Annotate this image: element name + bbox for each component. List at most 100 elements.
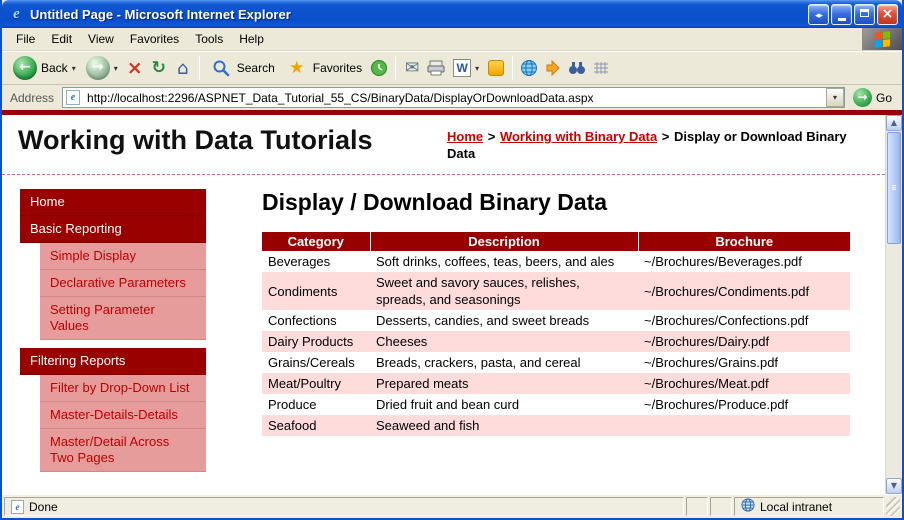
windows-flag-icon [875,31,890,48]
edit-dropdown-icon[interactable]: ▾ [475,64,479,73]
edit-with-word-button[interactable]: W ▾ [448,57,484,79]
close-button[interactable]: × [877,4,898,25]
category-cell: Grains/Cereals [262,352,370,373]
menu-item-help[interactable]: Help [231,29,272,49]
scroll-up-button[interactable]: ▲ [886,115,902,131]
minimize-button[interactable] [831,4,852,25]
main-content: Display / Download Binary Data CategoryD… [206,189,885,436]
status-text: Done [29,500,58,514]
table-header-row: CategoryDescriptionBrochure [262,232,850,251]
sidebar-item-simple-display[interactable]: Simple Display [40,243,206,270]
sidebar-item-filtering-reports[interactable]: Filtering Reports [20,348,206,375]
sidebar-item-declarative-parameters[interactable]: Declarative Parameters [40,270,206,297]
sidebar-item-basic-reporting[interactable]: Basic Reporting [20,216,206,243]
go-icon: → [853,88,872,107]
address-bar: Address e ▾ → Go [2,85,902,110]
table-body: BeveragesSoft drinks, coffees, teas, bee… [262,251,850,436]
brochure-cell: ~/Brochures/Dairy.pdf [638,331,850,352]
breadcrumb-link[interactable]: Home [447,129,483,144]
home-button[interactable]: ⌂ [171,56,195,80]
page-icon: e [66,90,80,105]
window-switch-icon: ◂▸ [815,11,822,21]
breadcrumb-separator: > [484,129,499,144]
toolbar-separator [199,56,200,80]
brochure-cell: ~/Brochures/Meat.pdf [638,373,850,394]
table-row: CondimentsSweet and savory sauces, relis… [262,272,850,310]
description-cell: Breads, crackers, pasta, and cereal [370,352,638,373]
address-field: e ▾ [62,87,845,108]
back-button[interactable]: ← Back ▾ [8,54,81,82]
messenger-button[interactable] [484,56,508,80]
status-message: e Done [4,497,684,516]
address-dropdown-button[interactable]: ▾ [826,88,844,107]
toolbar: ← Back ▾ → ▾ × ↻ ⌂ Search ★ Favorites ✉ [2,51,902,85]
menu-item-favorites[interactable]: Favorites [122,29,187,49]
binoculars-button[interactable] [565,56,589,80]
sidebar-item-filter-by-drop-down-list[interactable]: Filter by Drop-Down List [40,375,206,402]
breadcrumb: Home > Working with Binary Data > Displa… [447,125,869,162]
back-dropdown-icon[interactable]: ▾ [72,64,76,73]
column-header-description: Description [370,232,638,251]
toolbar-separator [512,56,513,80]
stop-button[interactable]: × [123,56,147,80]
menu-bar: FileEditViewFavoritesToolsHelp [2,28,902,51]
resize-grip[interactable] [886,497,900,516]
titlebar-arrows-button[interactable]: ◂▸ [808,4,829,25]
table-row: Dairy ProductsCheeses~/Brochures/Dairy.p… [262,331,850,352]
description-cell: Dried fruit and bean curd [370,394,638,415]
scroll-thumb[interactable] [887,132,901,244]
forward-button[interactable]: → ▾ [81,54,123,82]
category-cell: Confections [262,310,370,331]
breadcrumb-link[interactable]: Working with Binary Data [500,129,657,144]
intranet-globe-icon [741,498,755,515]
status-page-icon: e [11,500,24,514]
category-cell: Produce [262,394,370,415]
history-button[interactable] [367,56,391,80]
data-table: CategoryDescriptionBrochure BeveragesSof… [262,232,850,436]
category-cell: Dairy Products [262,331,370,352]
sidebar-item-master-details-details[interactable]: Master-Details-Details [40,402,206,429]
column-header-category: Category [262,232,370,251]
maximize-button[interactable] [854,4,875,25]
table-row: SeafoodSeaweed and fish [262,415,850,436]
window-title: Untitled Page - Microsoft Internet Explo… [30,7,806,22]
mail-button[interactable]: ✉ [400,56,424,80]
print-button[interactable] [424,56,448,80]
grid-button[interactable] [589,56,613,80]
scroll-track[interactable] [886,245,902,478]
description-cell: Sweet and savory sauces, relishes, sprea… [370,272,638,310]
address-input[interactable] [62,87,845,108]
ie-icon[interactable]: e [8,6,25,23]
messenger-icon [488,60,504,76]
page-body: HomeBasic ReportingSimple DisplayDeclara… [2,175,885,472]
sidebar-item-setting-parameter-values[interactable]: Setting Parameter Values [40,297,206,340]
category-cell: Meat/Poultry [262,373,370,394]
menu-item-tools[interactable]: Tools [187,29,231,49]
go-button[interactable]: → Go [845,88,898,107]
windows-logo [862,28,902,50]
sidebar-item-home[interactable]: Home [20,189,206,216]
globe-button[interactable] [517,56,541,80]
description-cell: Soft drinks, coffees, teas, beers, and a… [370,251,638,272]
search-button[interactable]: Search [204,54,280,82]
page-title: Display / Download Binary Data [262,189,869,216]
minimize-icon [838,18,846,21]
go-label: Go [876,91,892,105]
address-label: Address [6,91,62,105]
scroll-down-button[interactable]: ▼ [886,478,902,494]
menu-item-file[interactable]: File [8,29,43,49]
favorites-label: Favorites [313,61,362,75]
column-header-brochure: Brochure [638,232,850,251]
menu-item-edit[interactable]: Edit [43,29,80,49]
lightning-button[interactable] [541,56,565,80]
refresh-button[interactable]: ↻ [147,56,171,80]
forward-dropdown-icon[interactable]: ▾ [114,64,118,73]
table-row: Grains/CerealsBreads, crackers, pasta, a… [262,352,850,373]
sidebar-item-master-detail-across-two-pages[interactable]: Master/Detail Across Two Pages [40,429,206,472]
status-bar: e Done Local intranet [2,494,902,518]
brochure-cell [638,415,850,436]
search-icon [209,56,233,80]
favorites-button[interactable]: ★ Favorites [280,54,367,82]
menu-item-view[interactable]: View [80,29,122,49]
description-cell: Seaweed and fish [370,415,638,436]
